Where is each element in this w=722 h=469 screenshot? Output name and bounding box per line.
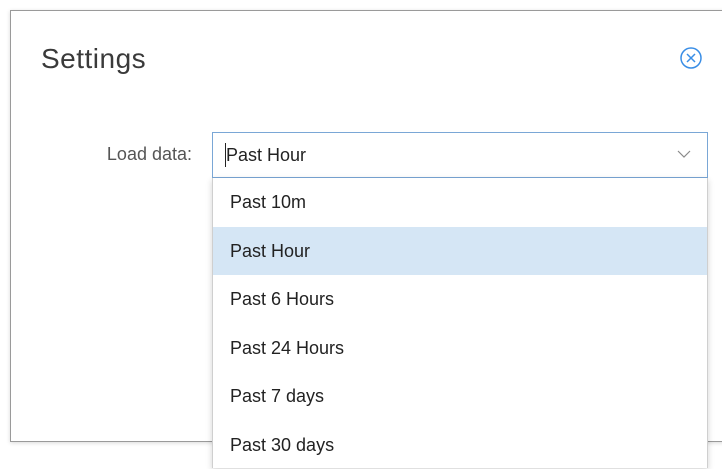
option-past-24-hours[interactable]: Past 24 Hours — [213, 324, 707, 373]
load-data-label: Load data: — [60, 145, 192, 163]
option-past-6-hours[interactable]: Past 6 Hours — [213, 275, 707, 324]
option-past-10m[interactable]: Past 10m — [213, 178, 707, 227]
load-data-selected-value: Past Hour — [226, 146, 306, 164]
dialog-title: Settings — [41, 45, 146, 73]
option-past-7-days[interactable]: Past 7 days — [213, 372, 707, 421]
option-past-30-days[interactable]: Past 30 days — [213, 421, 707, 469]
chevron-down-icon — [677, 149, 691, 159]
close-icon[interactable] — [680, 47, 702, 69]
close-circle-icon — [680, 47, 702, 69]
load-data-options-list: Past 10m Past Hour Past 6 Hours Past 24 … — [212, 178, 708, 468]
option-past-hour[interactable]: Past Hour — [213, 227, 707, 276]
load-data-select[interactable]: Past Hour — [212, 132, 708, 178]
